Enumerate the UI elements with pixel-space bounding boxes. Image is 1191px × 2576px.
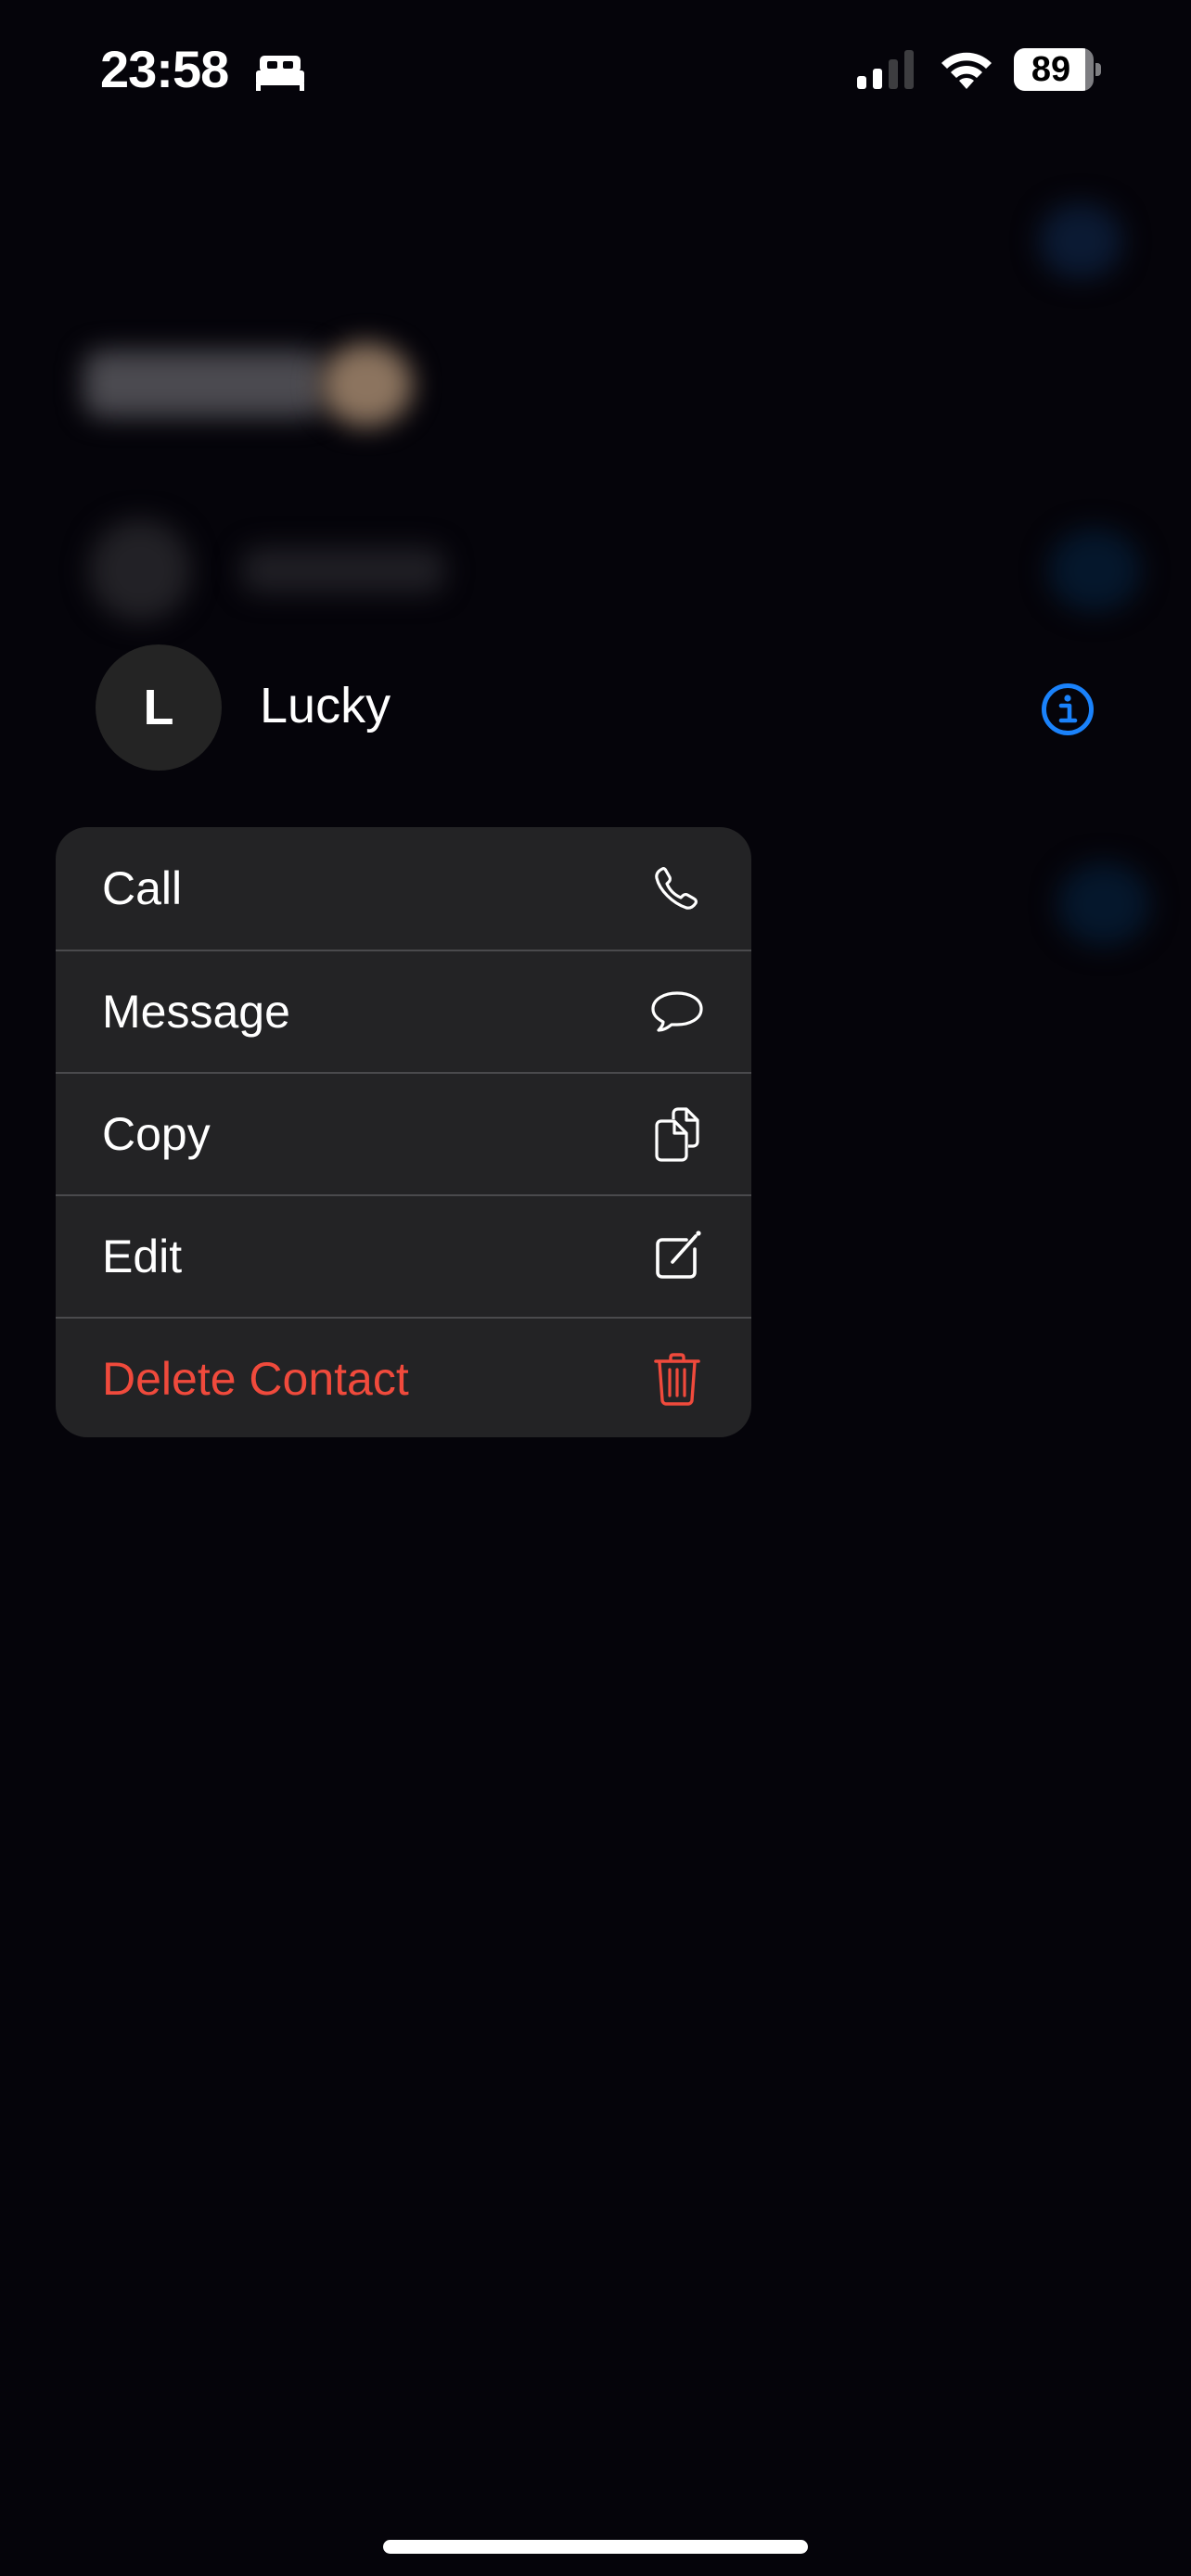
trash-icon: [654, 1353, 700, 1406]
blurred-text-line: [241, 547, 445, 593]
battery-tip: [1095, 63, 1101, 76]
context-menu: Call Message Copy Edit Delete Contact: [56, 827, 751, 1437]
bed-icon: [256, 56, 304, 91]
battery-percent: 89: [1031, 50, 1071, 89]
phone-icon: [655, 867, 698, 910]
wifi-icon: [941, 52, 992, 89]
battery-indicator: 89: [1014, 48, 1103, 91]
menu-item-call[interactable]: Call: [56, 827, 751, 950]
menu-item-edit[interactable]: Edit: [56, 1194, 751, 1317]
battery-body: 89: [1014, 48, 1094, 91]
screen: 23:58 89 L Lucky Call Message Copy Edit …: [0, 0, 1191, 2576]
info-circle-icon[interactable]: [1041, 682, 1095, 736]
menu-item-label: Message: [102, 986, 290, 1038]
menu-item-label: Copy: [102, 1108, 211, 1160]
contact-name: Lucky: [260, 678, 391, 733]
blurred-emoji: [320, 343, 413, 427]
menu-item-label: Call: [102, 862, 183, 914]
blurred-avatar: [89, 519, 191, 621]
blurred-title: [83, 351, 325, 417]
status-time: 23:58: [100, 40, 229, 98]
status-bar: 23:58 89: [0, 0, 1191, 139]
menu-item-message[interactable]: Message: [56, 950, 751, 1072]
contact-row[interactable]: L Lucky: [65, 631, 1126, 779]
blurred-top-button: [1039, 204, 1122, 278]
blurred-info-button: [1048, 529, 1141, 612]
home-indicator[interactable]: [383, 2540, 808, 2554]
cellular-signal-icon: [857, 50, 914, 89]
menu-item-label: Delete Contact: [102, 1353, 409, 1405]
menu-item-delete-contact[interactable]: Delete Contact: [56, 1317, 751, 1437]
blurred-info-button: [1057, 862, 1150, 946]
message-bubble-icon: [651, 991, 703, 1032]
edit-square-pencil-icon: [656, 1231, 701, 1279]
avatar: L: [96, 644, 222, 771]
menu-item-label: Edit: [102, 1231, 183, 1282]
copy-documents-icon: [655, 1107, 699, 1162]
menu-item-copy[interactable]: Copy: [56, 1072, 751, 1194]
